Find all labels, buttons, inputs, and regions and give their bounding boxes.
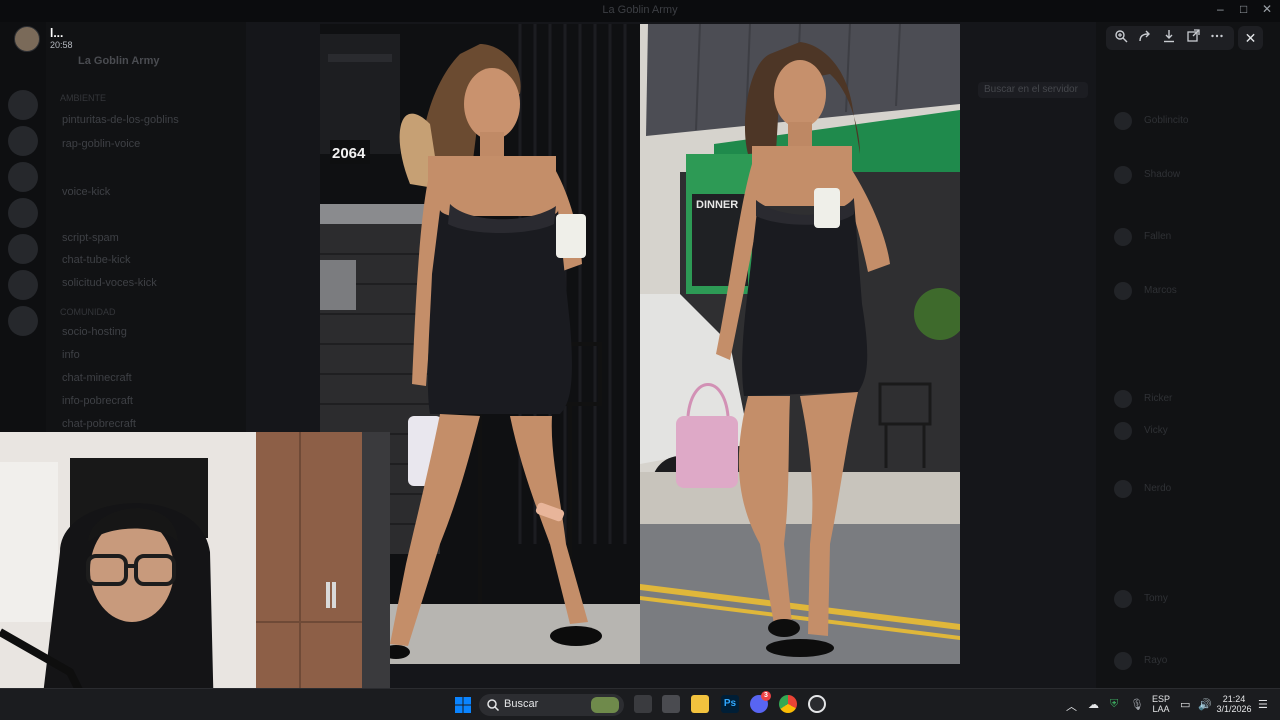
house-number: 2064 bbox=[332, 145, 366, 162]
member-item[interactable]: Vicky bbox=[1114, 422, 1264, 440]
member-item[interactable]: Goblincito bbox=[1114, 112, 1264, 130]
server-icon[interactable] bbox=[8, 306, 38, 336]
cloud-icon[interactable]: ☁ bbox=[1088, 698, 1099, 711]
avatar bbox=[1114, 228, 1132, 246]
avatar bbox=[1114, 166, 1132, 184]
download-icon[interactable] bbox=[1160, 29, 1178, 47]
photoshop-icon[interactable]: Ps bbox=[721, 695, 739, 713]
more-icon[interactable] bbox=[1208, 29, 1226, 47]
member-item[interactable]: Rayo bbox=[1114, 652, 1264, 670]
close-window-icon[interactable]: ✕ bbox=[1262, 2, 1272, 16]
zoom-in-icon[interactable] bbox=[1112, 29, 1130, 47]
server-icon[interactable] bbox=[8, 270, 38, 300]
avatar bbox=[1114, 480, 1132, 498]
avatar bbox=[1114, 112, 1132, 130]
channel-item[interactable]: rap-goblin-voice bbox=[62, 138, 140, 150]
task-view-icon[interactable] bbox=[634, 695, 652, 713]
maximize-icon[interactable]: □ bbox=[1240, 2, 1247, 16]
server-icon[interactable] bbox=[8, 198, 38, 228]
chrome-icon[interactable] bbox=[779, 695, 797, 713]
author-name[interactable]: l... bbox=[50, 26, 63, 40]
member-item[interactable]: Tomy bbox=[1114, 590, 1264, 608]
server-name[interactable]: La Goblin Army bbox=[78, 55, 160, 67]
avatar bbox=[1114, 590, 1132, 608]
channel-item[interactable]: info bbox=[62, 349, 80, 361]
discord-icon[interactable]: 3 bbox=[750, 691, 771, 713]
search-icon bbox=[486, 698, 500, 712]
channel-item[interactable]: chat-tube-kick bbox=[62, 254, 130, 266]
server-icon[interactable] bbox=[8, 234, 38, 264]
image-viewer-toolbar bbox=[1106, 26, 1234, 50]
notification-badge: 3 bbox=[761, 691, 771, 701]
channel-category[interactable]: ambiente bbox=[60, 93, 106, 103]
search-highlight-icon bbox=[591, 697, 619, 713]
channel-item[interactable]: script-spam bbox=[62, 232, 119, 244]
server-search[interactable]: Buscar en el servidor bbox=[978, 82, 1088, 98]
member-item[interactable]: Fallen bbox=[1114, 228, 1264, 246]
clock[interactable]: 21:24 3/1/2026 bbox=[1214, 694, 1254, 714]
message-timestamp: 20:58 bbox=[50, 40, 73, 50]
obs-icon[interactable] bbox=[808, 695, 826, 713]
channel-item[interactable]: chat-minecraft bbox=[62, 372, 132, 384]
taskbar-search[interactable]: Buscar bbox=[479, 694, 624, 716]
network-icon[interactable]: ▭ bbox=[1180, 698, 1190, 711]
windows-taskbar: Buscar Ps 3 ︿ ☁ ⛨ 🎙 ESP LAA ▭ 🔊 21:24 3/… bbox=[0, 688, 1280, 720]
channel-item[interactable]: info-pobrecraft bbox=[62, 395, 133, 407]
avatar bbox=[1114, 652, 1132, 670]
author-avatar[interactable] bbox=[14, 26, 40, 52]
channel-category[interactable]: comunidad bbox=[60, 307, 116, 317]
server-icon[interactable] bbox=[8, 126, 38, 156]
avatar bbox=[1114, 282, 1132, 300]
server-icon[interactable] bbox=[8, 90, 38, 120]
forward-icon[interactable] bbox=[1136, 29, 1154, 47]
channel-item[interactable]: solicitud-voces-kick bbox=[62, 277, 157, 289]
channel-item[interactable]: voice-kick bbox=[62, 186, 110, 198]
photo-right: DINNER bbox=[640, 24, 960, 664]
member-item[interactable]: Marcos bbox=[1114, 282, 1264, 300]
member-item[interactable]: Shadow bbox=[1114, 166, 1264, 184]
window-titlebar: La Goblin Army – □ ✕ bbox=[0, 0, 1280, 22]
server-icon[interactable] bbox=[8, 162, 38, 192]
avatar bbox=[1114, 390, 1132, 408]
open-external-icon[interactable] bbox=[1184, 29, 1202, 47]
close-icon[interactable]: ✕ bbox=[1238, 26, 1263, 50]
search-label: Buscar bbox=[504, 698, 539, 710]
minimize-icon[interactable]: – bbox=[1217, 2, 1224, 16]
microphone-icon[interactable]: 🎙 bbox=[1130, 698, 1144, 711]
sign-text: DINNER bbox=[696, 199, 738, 211]
channel-item[interactable]: chat-pobrecraft bbox=[62, 418, 136, 430]
shield-icon[interactable]: ⛨ bbox=[1110, 698, 1118, 711]
language-indicator[interactable]: ESP LAA bbox=[1150, 694, 1172, 714]
member-item[interactable]: Ricker bbox=[1114, 390, 1264, 408]
member-item[interactable]: Nerdo bbox=[1114, 480, 1264, 498]
window-title: La Goblin Army bbox=[602, 4, 678, 16]
webcam-overlay bbox=[0, 432, 390, 720]
notification-icon[interactable]: ☰ bbox=[1258, 698, 1268, 711]
file-explorer-icon[interactable] bbox=[662, 695, 680, 713]
channel-item[interactable]: socio-hosting bbox=[62, 326, 127, 338]
channel-item[interactable]: pinturitas-de-los-goblins bbox=[62, 114, 179, 126]
windows-start-icon[interactable] bbox=[455, 697, 471, 713]
files-icon[interactable] bbox=[691, 695, 709, 713]
volume-icon[interactable]: 🔊 bbox=[1198, 698, 1212, 711]
photo-right-scene: DINNER bbox=[640, 24, 960, 664]
avatar bbox=[1114, 422, 1132, 440]
chevron-up-icon[interactable]: ︿ bbox=[1066, 698, 1077, 714]
webcam-scene bbox=[0, 432, 390, 720]
